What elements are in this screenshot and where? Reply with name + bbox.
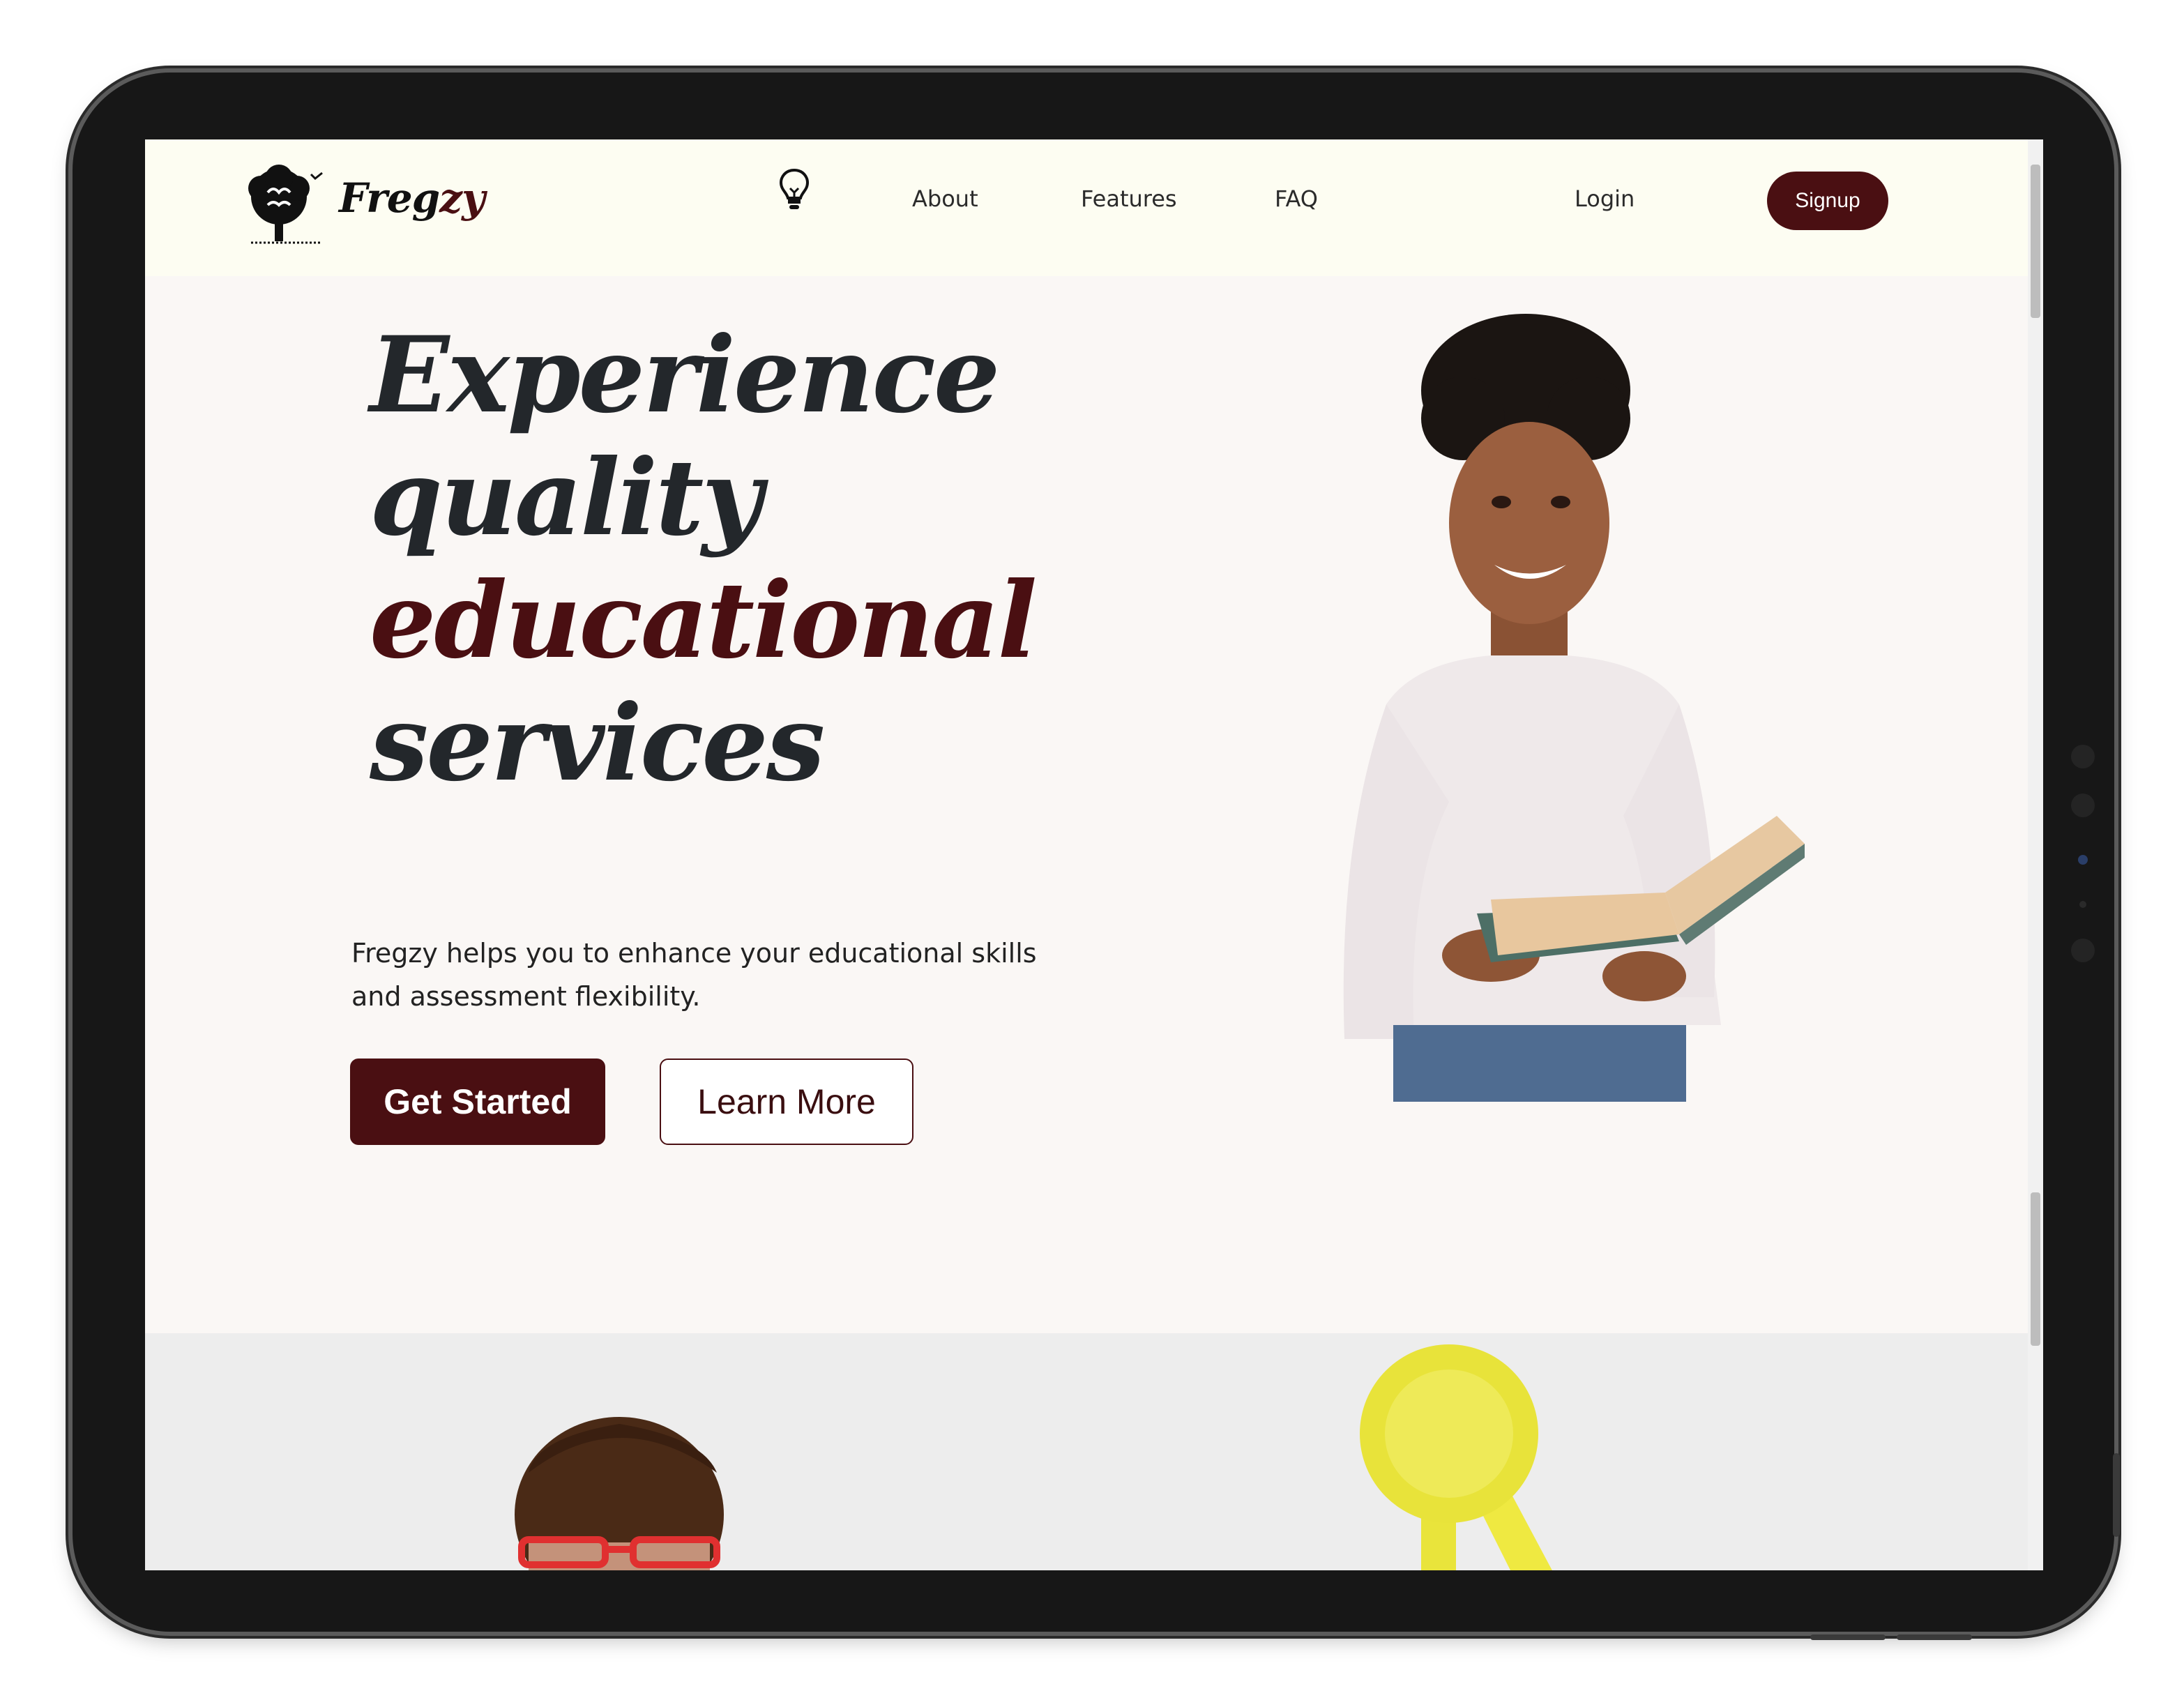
camera-flash [2079,901,2086,908]
browser-viewport: Fregzy About Features FAQ Login Signup E… [145,139,2043,1570]
hero-title-line-4: services [370,682,825,805]
yellow-award-ribbon [1358,1343,1582,1570]
volume-down-button [1897,1634,1972,1640]
learn-more-button[interactable]: Learn More [660,1059,913,1145]
signup-button[interactable]: Signup [1767,172,1888,230]
volume-button [2113,1453,2120,1537]
tree-logo-icon[interactable] [247,165,331,254]
scrollbar-thumb-top[interactable] [2031,165,2040,318]
get-started-button[interactable]: Get Started [350,1059,605,1145]
brand-name-accent: zy [439,174,485,222]
woman-holding-book-photo [1289,314,1819,1105]
scrollbar-thumb[interactable] [2031,1192,2040,1346]
camera-indicator [2078,855,2088,865]
lightbulb-icon[interactable] [778,167,810,216]
hero-title-line-1: Experience [370,314,1000,437]
next-section [145,1333,2028,1570]
camera-lens-2 [2071,939,2095,962]
hero-title: Experience quality educational services [370,251,1037,805]
man-with-red-glasses-photo [508,1410,731,1570]
nav-about-link[interactable]: About [912,185,978,212]
login-link[interactable]: Login [1575,185,1635,212]
hero-subtitle: Fregzy helps you to enhance your educati… [351,938,1037,1012]
camera-sensor [2071,745,2095,768]
hero-title-line-2: quality [370,437,763,559]
page-scrollbar[interactable] [2028,139,2043,1570]
brand-name-main: Freg [339,174,440,222]
camera-lens [2071,794,2095,817]
power-button [1810,1634,1886,1640]
nav-features-link[interactable]: Features [1081,185,1177,212]
brand-wordmark[interactable]: Fregzy [339,174,485,222]
nav-faq-link[interactable]: FAQ [1275,185,1318,212]
hero-title-line-3: educational [370,559,1037,682]
